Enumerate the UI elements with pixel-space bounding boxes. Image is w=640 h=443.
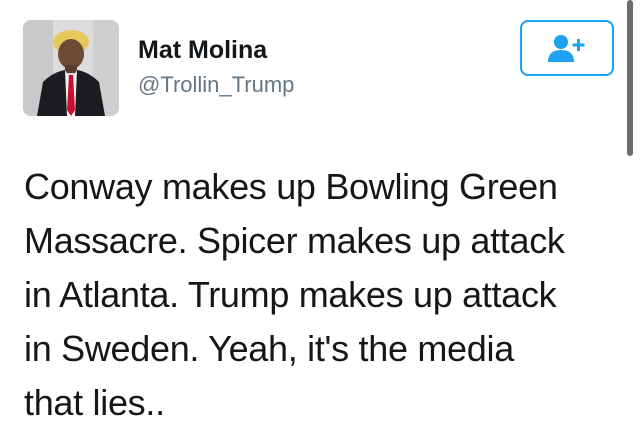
tweet-line: Conway makes up Bowling Green xyxy=(24,166,558,207)
tweet-text: Conway makes up Bowling Green Massacre. … xyxy=(24,160,624,430)
avatar[interactable] xyxy=(23,20,119,116)
tweet-line: that lies.. xyxy=(24,382,165,423)
scrollbar[interactable] xyxy=(627,0,633,156)
user-info: Mat Molina @Trollin_Trump xyxy=(138,34,294,100)
display-name[interactable]: Mat Molina xyxy=(138,34,294,66)
tweet-header: Mat Molina @Trollin_Trump xyxy=(0,0,640,156)
tweet-line: in Atlanta. Trump makes up attack xyxy=(24,274,557,315)
add-user-icon xyxy=(548,35,585,62)
tweet-line: in Sweden. Yeah, it's the media xyxy=(24,328,514,369)
follow-button[interactable] xyxy=(520,20,614,76)
user-handle[interactable]: @Trollin_Trump xyxy=(138,70,294,100)
tweet-line: Massacre. Spicer makes up attack xyxy=(24,220,565,261)
profile-photo xyxy=(23,20,119,116)
